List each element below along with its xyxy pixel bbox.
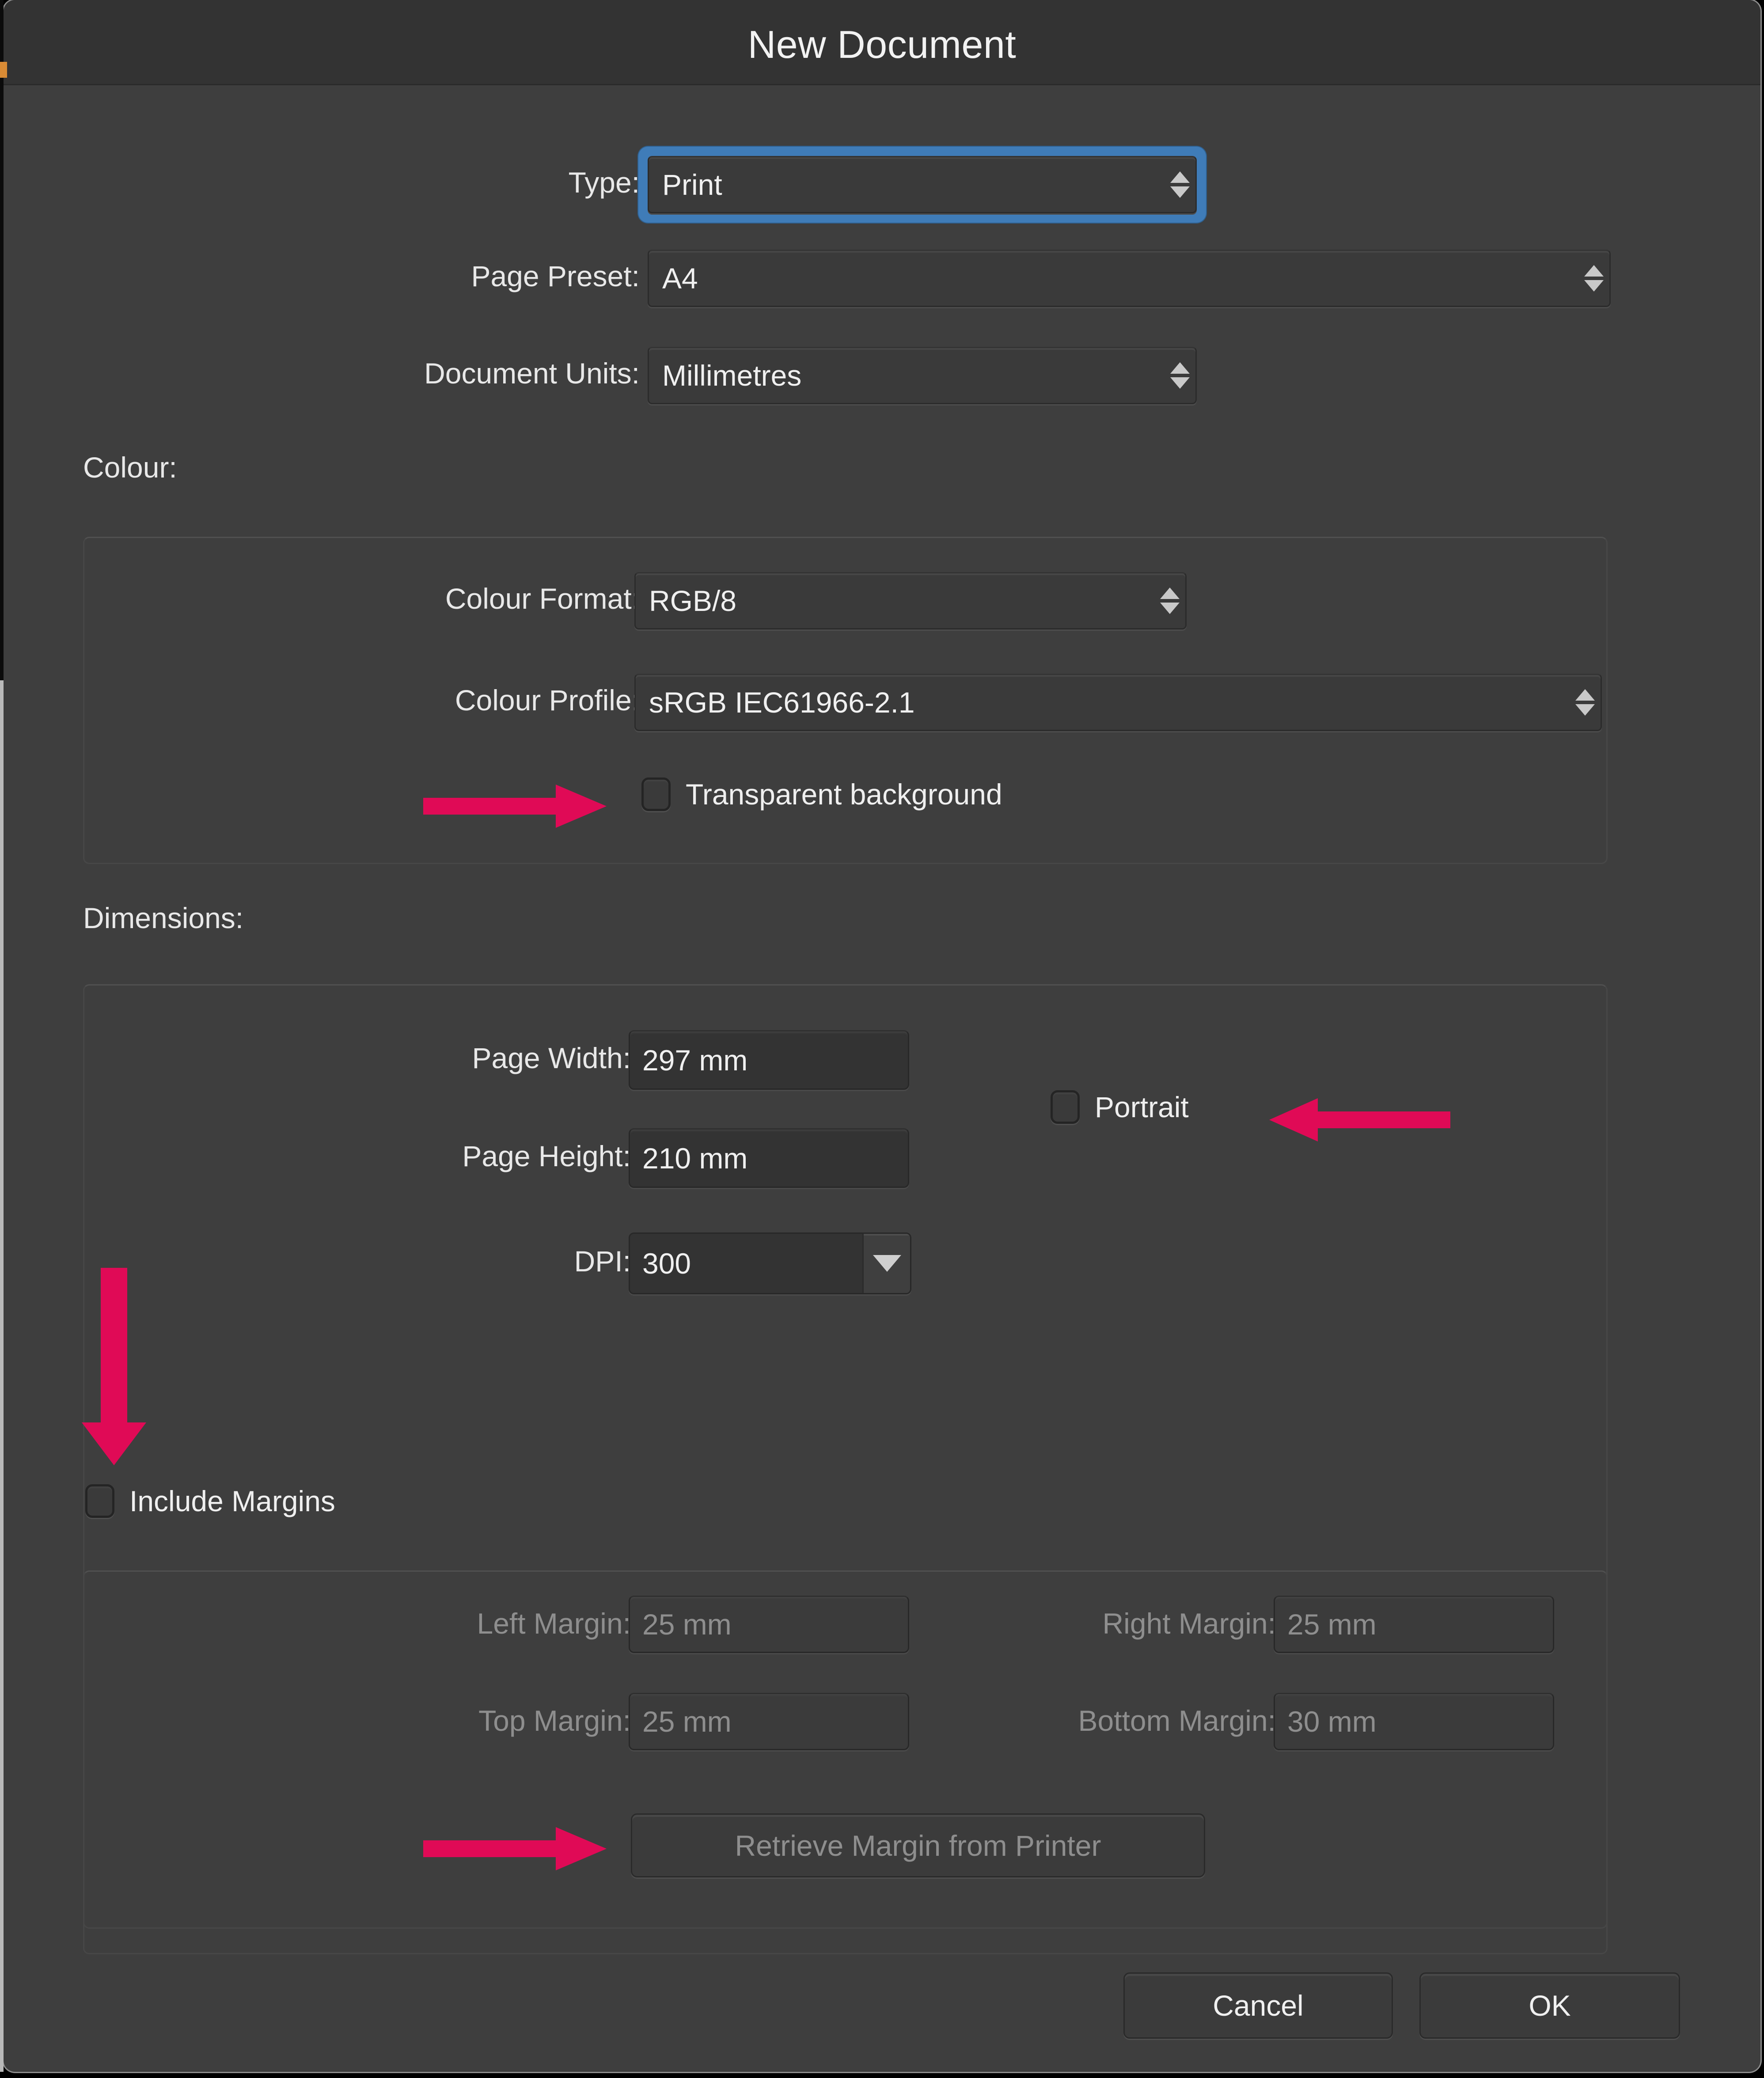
- dpi-label: DPI:: [574, 1245, 631, 1278]
- colour-profile-label-row: Colour Profile:: [269, 671, 640, 729]
- colour-format-combobox[interactable]: RGB/8: [634, 572, 1187, 629]
- include-margins-label: Include Margins: [129, 1485, 335, 1517]
- portrait-label: Portrait: [1095, 1091, 1189, 1123]
- page-width-label: Page Width:: [472, 1042, 631, 1074]
- chevron-up-icon[interactable]: [1584, 265, 1604, 277]
- type-combobox[interactable]: Print: [648, 156, 1197, 213]
- bottom-margin-value: 30 mm: [1287, 1705, 1377, 1738]
- page-height-input[interactable]: 210 mm: [629, 1128, 909, 1188]
- right-margin-value: 25 mm: [1287, 1608, 1377, 1641]
- dpi-dropdown-button[interactable]: [862, 1234, 910, 1293]
- page-width-label-row: Page Width:: [269, 1029, 631, 1087]
- include-margins-checkbox-row[interactable]: Include Margins: [85, 1484, 335, 1518]
- top-margin-label-row: Top Margin:: [269, 1692, 631, 1749]
- left-margin-input[interactable]: 25 mm: [629, 1596, 909, 1653]
- chevron-up-icon[interactable]: [1160, 588, 1180, 599]
- chevron-down-icon[interactable]: [1170, 186, 1190, 198]
- colour-profile-label: Colour Profile:: [455, 684, 640, 717]
- portrait-checkbox[interactable]: [1051, 1090, 1080, 1124]
- colour-profile-value: sRGB IEC61966-2.1: [649, 686, 915, 719]
- document-units-value: Millimetres: [662, 359, 802, 392]
- chevron-down-icon: [873, 1255, 901, 1272]
- top-margin-input[interactable]: 25 mm: [629, 1693, 909, 1750]
- page-preset-label-row: Page Preset:: [335, 247, 640, 305]
- type-value: Print: [662, 168, 722, 201]
- page-width-value: 297 mm: [642, 1043, 748, 1077]
- arrow-to-retrieve-margin-button-icon: [423, 1827, 607, 1870]
- chevron-up-icon[interactable]: [1170, 362, 1190, 374]
- type-spinner[interactable]: [1165, 157, 1195, 212]
- page-height-label-row: Page Height:: [269, 1127, 631, 1185]
- retrieve-margin-from-printer-button[interactable]: Retrieve Margin from Printer: [631, 1813, 1205, 1877]
- cancel-button[interactable]: Cancel: [1123, 1972, 1393, 2039]
- document-units-label-row: Document Units:: [269, 345, 640, 402]
- left-margin-value: 25 mm: [642, 1608, 732, 1641]
- chevron-down-icon[interactable]: [1575, 704, 1595, 716]
- bottom-margin-input[interactable]: 30 mm: [1274, 1693, 1554, 1750]
- transparent-background-checkbox[interactable]: [641, 777, 671, 811]
- chevron-up-icon[interactable]: [1170, 171, 1190, 183]
- portrait-checkbox-row[interactable]: Portrait: [1051, 1090, 1189, 1124]
- background-window-edge-light: [0, 680, 4, 2072]
- colour-format-label-row: Colour Format:: [269, 570, 640, 627]
- dpi-value: 300: [642, 1247, 691, 1280]
- arrow-to-transparent-background-icon: [423, 785, 607, 828]
- transparent-background-label: Transparent background: [686, 778, 1002, 811]
- chevron-down-icon[interactable]: [1160, 602, 1180, 614]
- ok-button[interactable]: OK: [1419, 1972, 1680, 2039]
- colour-section-heading: Colour:: [83, 451, 177, 484]
- top-margin-label: Top Margin:: [478, 1704, 631, 1737]
- dpi-combobox[interactable]: 300: [629, 1232, 911, 1294]
- colour-profile-combobox[interactable]: sRGB IEC61966-2.1: [634, 674, 1602, 731]
- page-preset-value: A4: [662, 262, 698, 295]
- right-margin-label-row: Right Margin:: [927, 1595, 1276, 1652]
- page-preset-spinner[interactable]: [1578, 251, 1609, 306]
- dialog-titlebar: New Document: [4, 0, 1760, 85]
- colour-format-spinner[interactable]: [1154, 573, 1185, 628]
- type-label-row: Type:: [525, 154, 640, 211]
- chevron-down-icon[interactable]: [1170, 377, 1190, 389]
- top-margin-value: 25 mm: [642, 1705, 732, 1738]
- bottom-margin-label-row: Bottom Margin:: [891, 1692, 1276, 1749]
- page-preset-combobox[interactable]: A4: [648, 250, 1611, 307]
- colour-format-value: RGB/8: [649, 584, 737, 617]
- left-margin-label-row: Left Margin:: [269, 1595, 631, 1652]
- document-units-spinner[interactable]: [1165, 348, 1195, 403]
- dpi-label-row: DPI:: [269, 1232, 631, 1290]
- chevron-down-icon[interactable]: [1584, 280, 1604, 292]
- dimensions-section-heading: Dimensions:: [83, 902, 244, 934]
- arrow-to-portrait-icon: [1269, 1098, 1450, 1141]
- document-units-label: Document Units:: [424, 357, 640, 390]
- new-document-dialog: New Document Type: Print Page Preset: A4…: [4, 0, 1760, 2072]
- arrow-to-include-margins-icon: [82, 1268, 146, 1465]
- include-margins-checkbox[interactable]: [85, 1484, 114, 1518]
- colour-profile-spinner[interactable]: [1570, 675, 1601, 730]
- page-height-label: Page Height:: [462, 1140, 631, 1172]
- bottom-margin-label: Bottom Margin:: [1078, 1704, 1276, 1737]
- right-margin-label: Right Margin:: [1102, 1607, 1276, 1640]
- page-preset-label: Page Preset:: [471, 260, 640, 292]
- chevron-up-icon[interactable]: [1575, 689, 1595, 701]
- document-units-combobox[interactable]: Millimetres: [648, 347, 1197, 404]
- type-label: Type:: [568, 166, 640, 199]
- dialog-title: New Document: [747, 23, 1017, 66]
- right-margin-input[interactable]: 25 mm: [1274, 1596, 1554, 1653]
- page-width-input[interactable]: 297 mm: [629, 1030, 909, 1090]
- colour-format-label: Colour Format:: [445, 582, 640, 615]
- transparent-background-checkbox-row[interactable]: Transparent background: [641, 777, 1002, 811]
- page-height-value: 210 mm: [642, 1141, 748, 1175]
- left-margin-label: Left Margin:: [477, 1607, 631, 1640]
- background-window-tab-indicator: [0, 62, 7, 78]
